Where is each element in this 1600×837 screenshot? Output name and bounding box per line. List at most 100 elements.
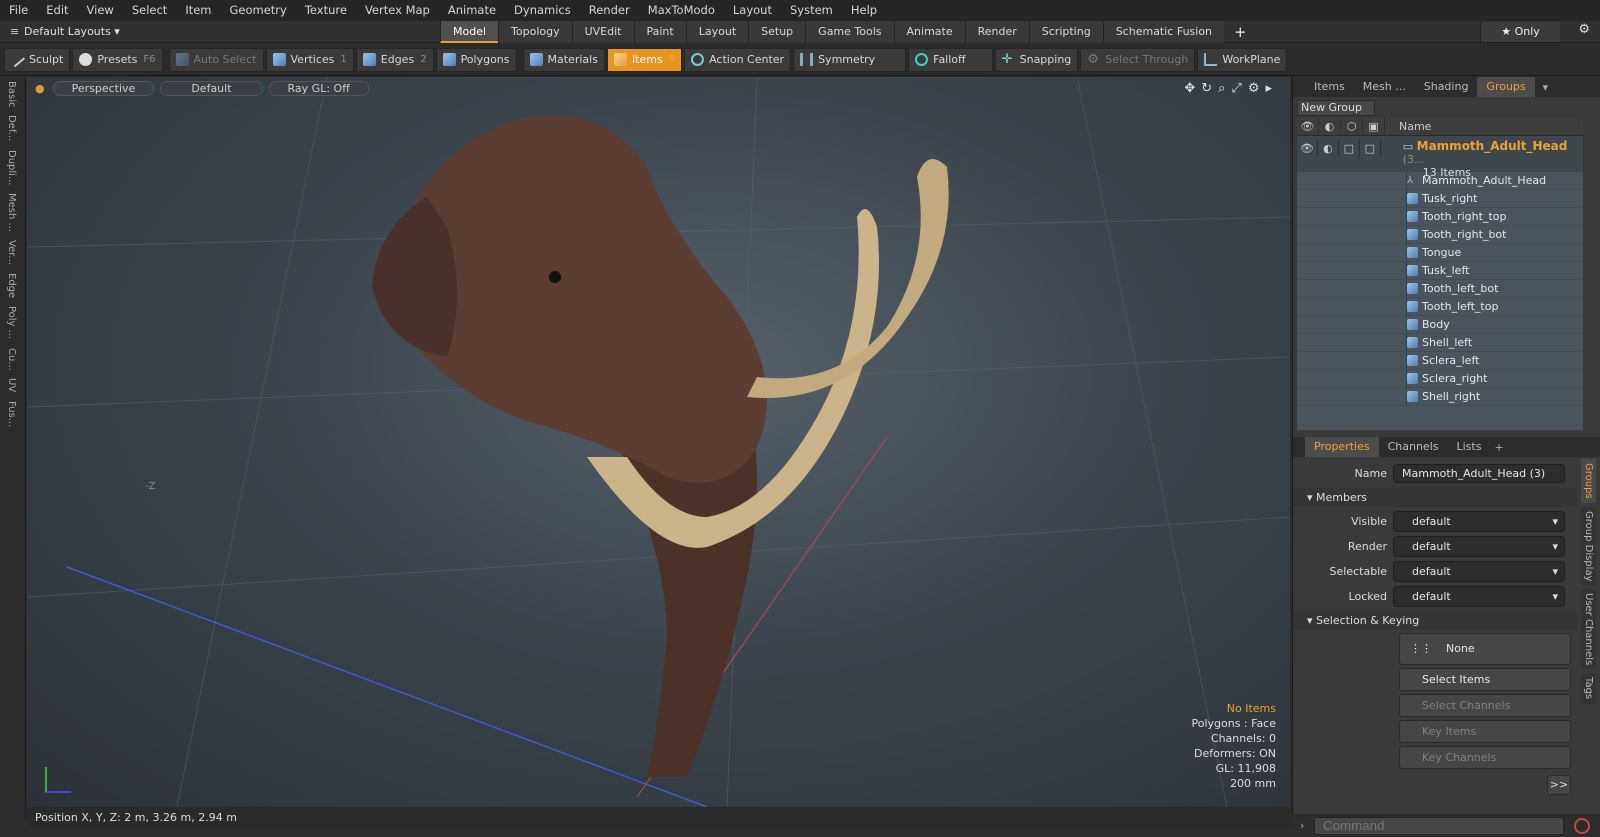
key-channels-button[interactable]: Key Channels xyxy=(1399,746,1571,769)
menu-geometry[interactable]: Geometry xyxy=(221,0,296,21)
menu-select[interactable]: Select xyxy=(123,0,176,21)
rotate-view-icon[interactable]: ↻ xyxy=(1201,81,1218,96)
group-select-icon[interactable]: □ xyxy=(1339,139,1360,157)
left-tab-deform[interactable]: Def... xyxy=(6,111,17,145)
only-button[interactable]: ★ Only xyxy=(1480,22,1560,42)
panel-menu-icon[interactable]: ▾ xyxy=(1543,81,1549,94)
left-tab-basic[interactable]: Basic xyxy=(6,77,17,111)
tree-item-row[interactable]: Shell_left xyxy=(1297,333,1583,352)
command-input[interactable] xyxy=(1314,816,1564,835)
menu-dynamics[interactable]: Dynamics xyxy=(505,0,580,21)
select-items-button[interactable]: Select Items xyxy=(1399,668,1571,691)
auto-select-button[interactable]: Auto Select xyxy=(168,47,264,72)
tree-item-row[interactable]: Sclera_right xyxy=(1297,369,1583,388)
symmetry-button[interactable]: Symmetry xyxy=(793,47,907,72)
tree-item-row[interactable]: Tooth_right_bot xyxy=(1297,225,1583,244)
tree-item-row[interactable]: Tongue xyxy=(1297,243,1583,262)
more-button[interactable]: >> xyxy=(1547,775,1571,795)
left-tab-vertex[interactable]: Ver... xyxy=(6,236,17,269)
side-tab-groups[interactable]: Groups xyxy=(1581,459,1596,503)
tree-item-row[interactable]: Shell_right xyxy=(1297,387,1583,406)
tab-channels[interactable]: Channels xyxy=(1379,437,1448,457)
snapping-button[interactable]: ✛ Snapping xyxy=(994,47,1079,72)
tab-game-tools[interactable]: Game Tools xyxy=(805,20,894,43)
shading-mode-button[interactable]: Default xyxy=(160,80,263,96)
tab-render[interactable]: Render xyxy=(964,20,1029,43)
vertices-button[interactable]: Vertices 1 xyxy=(265,47,354,72)
menu-help[interactable]: Help xyxy=(842,0,886,21)
tab-lists[interactable]: Lists xyxy=(1448,437,1491,457)
tree-item-row[interactable]: Tusk_left xyxy=(1297,261,1583,280)
selection-keying-section[interactable]: ▾ Selection & Keying xyxy=(1293,611,1577,630)
lock-icon[interactable]: ▣ xyxy=(1363,117,1385,136)
none-button[interactable]: ⋮⋮ None xyxy=(1399,633,1571,665)
tab-shading[interactable]: Shading xyxy=(1415,77,1478,97)
record-icon[interactable] xyxy=(1574,817,1590,834)
tab-setup[interactable]: Setup xyxy=(748,20,806,43)
viewport-expand-icon[interactable]: ▸ xyxy=(1265,81,1278,96)
tab-mesh[interactable]: Mesh ... xyxy=(1354,77,1415,97)
left-tab-fusion[interactable]: Fus... xyxy=(6,397,17,431)
tab-topology[interactable]: Topology xyxy=(498,20,572,43)
selectable-select[interactable]: default xyxy=(1393,561,1565,582)
group-row[interactable]: 👁 ◐ □ □ ▭ Mammoth_Adult_Head (3... 13 It… xyxy=(1297,136,1583,179)
edges-button[interactable]: Edges 2 xyxy=(355,47,434,72)
left-tab-uv[interactable]: UV xyxy=(6,374,17,396)
tab-animate[interactable]: Animate xyxy=(893,20,965,43)
menu-vertex-map[interactable]: Vertex Map xyxy=(356,0,439,21)
tab-model[interactable]: Model xyxy=(440,20,499,43)
render-icon[interactable]: ◐ xyxy=(1319,117,1341,136)
name-field[interactable]: Mammoth_Adult_Head (3) xyxy=(1393,464,1565,483)
tree-item-row[interactable]: Tooth_left_bot xyxy=(1297,279,1583,298)
visible-select[interactable]: default xyxy=(1393,511,1565,532)
group-render-icon[interactable]: ◐ xyxy=(1318,139,1339,157)
add-tab-icon[interactable]: + xyxy=(1224,21,1257,43)
key-items-button[interactable]: Key Items xyxy=(1399,720,1571,743)
menu-view[interactable]: View xyxy=(78,0,123,21)
view-mode-button[interactable]: Perspective xyxy=(52,80,155,96)
tab-groups[interactable]: Groups xyxy=(1477,77,1535,97)
tree-item-row[interactable]: Body xyxy=(1297,315,1583,334)
menu-item[interactable]: Item xyxy=(176,0,220,21)
side-tab-group-display[interactable]: Group Display xyxy=(1581,506,1596,586)
select-icon[interactable]: ⬡ xyxy=(1341,117,1363,136)
group-eye-icon[interactable]: 👁 xyxy=(1297,139,1318,157)
menu-maxtomodo[interactable]: MaxToModo xyxy=(639,0,724,21)
tab-paint[interactable]: Paint xyxy=(633,20,686,43)
menu-system[interactable]: System xyxy=(781,0,842,21)
presets-button[interactable]: Presets F6 xyxy=(72,47,163,72)
polygons-button[interactable]: Polygons xyxy=(435,47,517,72)
left-tab-duplicate[interactable]: Dupli... xyxy=(6,146,17,189)
render-select[interactable]: default xyxy=(1393,536,1565,557)
action-center-button[interactable]: Action Center xyxy=(684,47,792,72)
tree-item-row[interactable]: Sclera_left xyxy=(1297,351,1583,370)
select-through-button[interactable]: ⚙ Select Through xyxy=(1080,47,1196,72)
move-view-icon[interactable]: ✥ xyxy=(1184,81,1201,96)
layout-menu-icon[interactable]: ≡ xyxy=(10,25,19,38)
raygl-button[interactable]: Ray GL: Off xyxy=(268,80,369,96)
members-section[interactable]: ▾ Members xyxy=(1293,488,1577,507)
left-tab-mesh[interactable]: Mesh ... xyxy=(6,189,17,236)
items-button[interactable]: Items 5 xyxy=(606,47,683,72)
workplane-button[interactable]: WorkPlane xyxy=(1197,47,1288,72)
tab-items[interactable]: Items xyxy=(1305,77,1354,97)
tree-item-row[interactable]: Tusk_right xyxy=(1297,189,1583,208)
left-tab-edge[interactable]: Edge xyxy=(6,269,17,302)
viewport-options-icon[interactable]: ● xyxy=(35,82,45,95)
select-channels-button[interactable]: Select Channels xyxy=(1399,694,1571,717)
side-tab-user-channels[interactable]: User Channels xyxy=(1581,589,1596,670)
add-props-tab-icon[interactable]: + xyxy=(1494,441,1503,454)
menu-animate[interactable]: Animate xyxy=(439,0,505,21)
left-tab-curve[interactable]: Cu... xyxy=(6,344,17,375)
gear-icon[interactable]: ⚙ xyxy=(1578,22,1590,37)
left-tab-polygon[interactable]: Poly ... xyxy=(6,302,17,343)
menu-file[interactable]: File xyxy=(0,0,37,21)
materials-button[interactable]: Materials xyxy=(522,47,605,72)
side-tab-tags[interactable]: Tags xyxy=(1581,673,1596,704)
menu-render[interactable]: Render xyxy=(580,0,639,21)
group-lock-icon[interactable]: □ xyxy=(1360,139,1381,157)
menu-layout[interactable]: Layout xyxy=(724,0,781,21)
menu-texture[interactable]: Texture xyxy=(296,0,356,21)
fit-view-icon[interactable]: ⤢ xyxy=(1231,81,1247,96)
falloff-button[interactable]: Falloff xyxy=(908,47,993,72)
